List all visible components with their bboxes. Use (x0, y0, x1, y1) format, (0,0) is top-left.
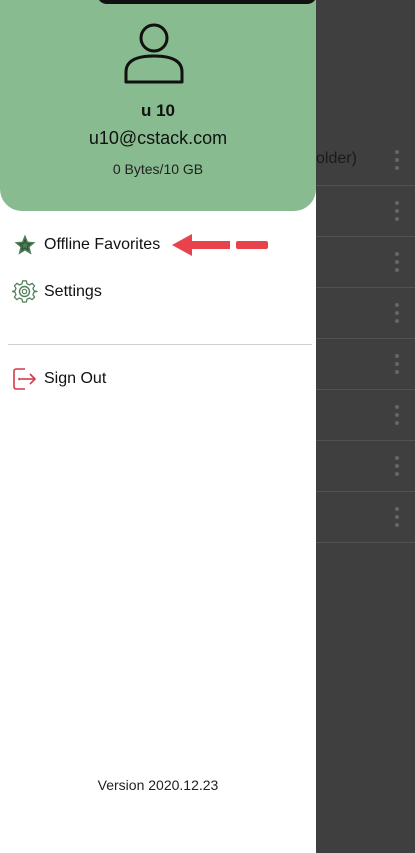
list-item (316, 236, 415, 288)
kebab-menu-icon (395, 405, 399, 427)
menu-item-label: Sign Out (44, 370, 107, 387)
kebab-menu-icon (395, 303, 399, 325)
list-item: older) (316, 134, 415, 186)
sign-out-icon (12, 366, 38, 392)
star-icon (12, 232, 38, 258)
kebab-menu-icon (395, 201, 399, 223)
list-item (316, 440, 415, 492)
list-item (316, 185, 415, 237)
list-item (316, 287, 415, 339)
list-item (316, 338, 415, 390)
list-item-label: older) (316, 150, 357, 167)
list-item (316, 491, 415, 543)
kebab-menu-icon (395, 354, 399, 376)
navigation-drawer: u 10 u10@cstack.com 0 Bytes/10 GB Offlin… (0, 0, 317, 853)
menu-item-sign-out[interactable]: Sign Out (12, 364, 106, 394)
annotation-arrow-icon (172, 234, 268, 256)
kebab-menu-icon (395, 456, 399, 478)
menu-divider (8, 344, 312, 345)
menu-item-label: Settings (44, 283, 102, 300)
kebab-menu-icon (395, 150, 399, 172)
storage-usage: 0 Bytes/10 GB (112, 161, 204, 177)
gear-icon (12, 279, 38, 305)
kebab-menu-icon (395, 507, 399, 529)
menu-item-label: Offline Favorites (44, 236, 161, 253)
person-outline-icon (124, 23, 184, 84)
list-item (316, 389, 415, 441)
menu-item-settings[interactable]: Settings (12, 277, 102, 307)
app-version: Version 2020.12.23 (97, 777, 219, 793)
user-email: u10@cstack.com (88, 128, 228, 148)
user-name: u 10 (140, 101, 176, 120)
profile-header: u 10 u10@cstack.com 0 Bytes/10 GB (0, 0, 317, 211)
kebab-menu-icon (395, 252, 399, 274)
menu-item-offline-favorites[interactable]: Offline Favorites (12, 230, 160, 260)
device-notch (97, 0, 317, 4)
